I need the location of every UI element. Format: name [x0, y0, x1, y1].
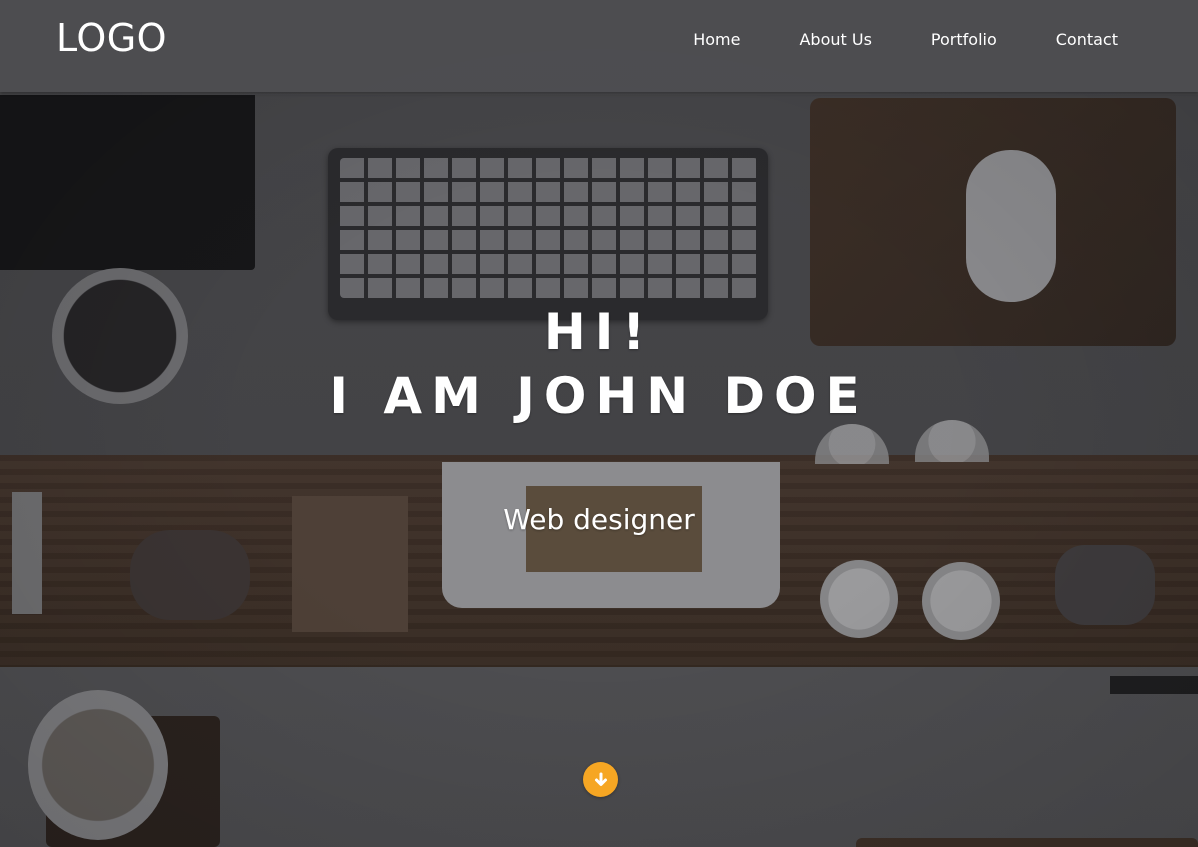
- nav-link-portfolio[interactable]: Portfolio: [931, 30, 997, 49]
- hero-name: I AM JOHN DOE: [329, 367, 869, 425]
- nav-link-about-us[interactable]: About Us: [799, 30, 871, 49]
- nav-link-home[interactable]: Home: [693, 30, 740, 49]
- arrow-down-circle-icon: [593, 772, 609, 788]
- nav-link-contact[interactable]: Contact: [1056, 30, 1118, 49]
- site-logo[interactable]: LOGO: [56, 16, 167, 60]
- main-nav: Home About Us Portfolio Contact: [693, 30, 1118, 49]
- scroll-down-button[interactable]: [583, 762, 618, 797]
- hero-heading: HI! I AM JOHN DOE: [0, 300, 1198, 428]
- site-header: LOGO Home About Us Portfolio Contact: [0, 0, 1198, 92]
- hero-greeting: HI!: [543, 303, 655, 361]
- hero-subtitle: Web designer: [503, 503, 695, 536]
